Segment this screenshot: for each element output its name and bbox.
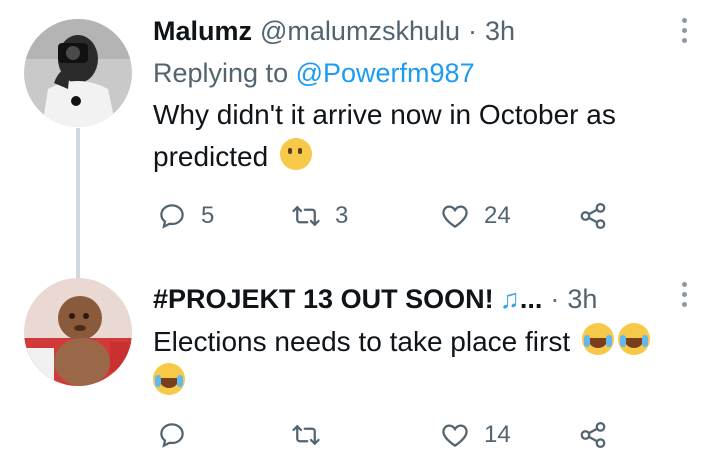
tweet-header: Malumz @malumzskhulu · 3h <box>153 14 679 48</box>
tweet-text: Why didn't it arrive now in October as p… <box>153 94 679 178</box>
tweet[interactable]: Malumz @malumzskhulu · 3h Replying to @P… <box>0 0 719 278</box>
retweet-icon <box>292 206 320 226</box>
tweet-header: #PROJEKT 13 OUT SOON! ♫ ... · 3h <box>153 282 679 316</box>
mention-link[interactable]: @Powerfm987 <box>296 58 475 88</box>
music-note-icon: ♫ <box>499 284 520 314</box>
reply-button[interactable]: 5 <box>157 196 214 236</box>
tweet-body: #PROJEKT 13 OUT SOON! ♫ ... · 3h Electio… <box>153 282 679 402</box>
reply-button[interactable] <box>157 415 201 451</box>
timestamp[interactable]: 3h <box>567 282 597 316</box>
retweet-button[interactable]: 3 <box>291 196 348 236</box>
thread-line <box>76 128 80 278</box>
retweet-button[interactable] <box>291 415 335 451</box>
tweet[interactable]: #PROJEKT 13 OUT SOON! ♫ ... · 3h Electio… <box>0 270 719 451</box>
thinking-face-icon <box>279 138 312 170</box>
tweet-body: Malumz @malumzskhulu · 3h Replying to @P… <box>153 14 679 178</box>
reply-count: 5 <box>201 202 215 229</box>
more-options-icon[interactable] <box>681 18 689 46</box>
tweet-text-content: Why didn't it arrive now in October as p… <box>153 99 616 172</box>
share-icon <box>580 203 606 229</box>
like-button[interactable]: 14 <box>440 415 511 451</box>
name-ellipsis: ... <box>519 284 543 314</box>
replying-to: Replying to @Powerfm987 <box>153 56 679 90</box>
display-name[interactable]: #PROJEKT 13 OUT SOON! <box>153 282 494 316</box>
tears-of-joy-icon <box>617 323 650 355</box>
more-options-icon[interactable] <box>681 282 689 310</box>
share-button[interactable] <box>578 415 608 451</box>
heart-icon <box>442 205 468 228</box>
share-button[interactable] <box>578 196 608 236</box>
retweet-icon <box>292 425 320 445</box>
like-button[interactable]: 24 <box>440 196 511 236</box>
action-bar: 14 <box>153 415 679 451</box>
like-count: 24 <box>484 202 511 229</box>
like-count: 14 <box>484 421 511 448</box>
reply-icon <box>160 204 184 229</box>
avatar[interactable] <box>24 278 132 386</box>
action-bar: 5 3 24 <box>153 196 679 236</box>
retweet-count: 3 <box>335 202 349 229</box>
separator: · <box>467 16 477 46</box>
user-handle[interactable]: @malumzskhulu <box>260 14 460 48</box>
avatar[interactable] <box>24 19 132 127</box>
display-name[interactable]: Malumz <box>153 14 252 48</box>
share-icon <box>580 422 606 448</box>
timestamp[interactable]: 3h <box>485 14 515 48</box>
replying-to-label: Replying to <box>153 58 289 88</box>
reply-icon <box>160 423 184 448</box>
heart-icon <box>442 424 468 447</box>
tweet-text-content: Elections needs to take place first <box>153 326 571 357</box>
tweet-text: Elections needs to take place first <box>153 322 679 402</box>
tears-of-joy-icon <box>581 323 614 355</box>
separator: · <box>550 284 560 314</box>
tears-of-joy-icon <box>153 363 185 395</box>
